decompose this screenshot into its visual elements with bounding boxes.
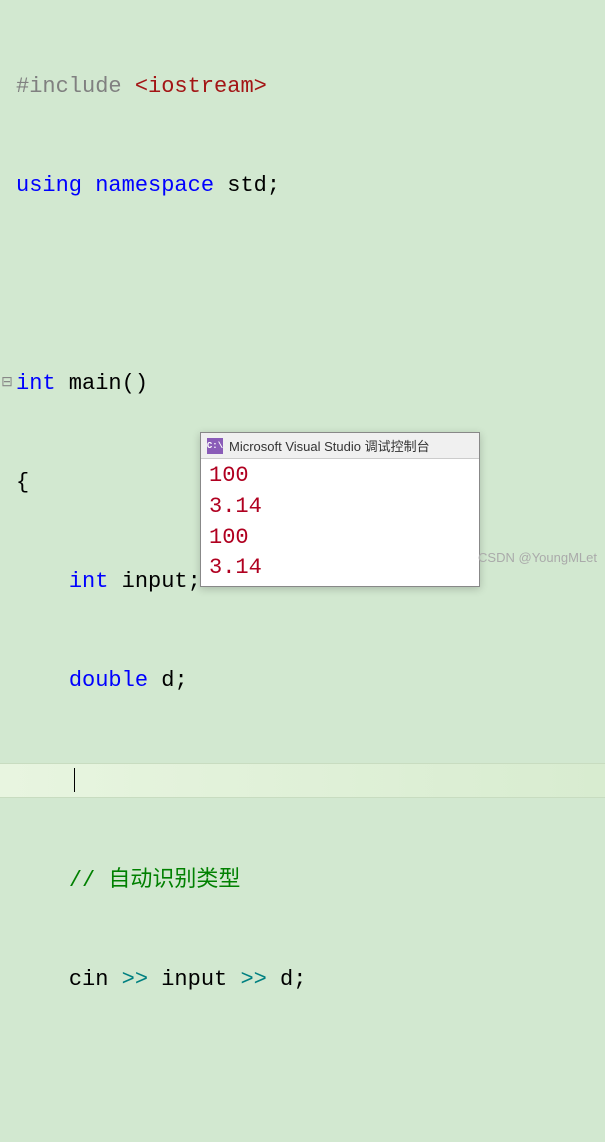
identifier: std — [214, 173, 267, 198]
punct: () — [122, 371, 148, 396]
punct: ; — [267, 173, 280, 198]
console-line: 100 — [209, 523, 471, 554]
keyword: namespace — [82, 173, 214, 198]
console-line: 3.14 — [209, 492, 471, 523]
code-line[interactable]: // 自动识别类型 — [0, 864, 605, 897]
punct: ; — [174, 668, 187, 693]
code-line[interactable]: using namespace std; — [0, 169, 605, 202]
active-line[interactable] — [0, 763, 605, 798]
identifier: d — [267, 967, 293, 992]
punct: ; — [188, 569, 201, 594]
operator: >> — [122, 967, 148, 992]
keyword: using — [16, 173, 82, 198]
preprocessor: #include — [16, 74, 122, 99]
function-name: main — [56, 371, 122, 396]
identifier: input — [148, 967, 240, 992]
include-header: <iostream> — [122, 74, 267, 99]
fold-marker-icon[interactable]: ⊟ — [0, 373, 14, 394]
code-line[interactable]: double d; — [0, 664, 605, 697]
punct: ; — [293, 967, 306, 992]
keyword: int — [69, 569, 109, 594]
code-line[interactable] — [0, 268, 605, 301]
console-line: 3.14 — [209, 553, 471, 584]
code-line[interactable]: #include <iostream> — [0, 70, 605, 103]
console-output[interactable]: 100 3.14 100 3.14 — [201, 459, 479, 586]
identifier: cin — [69, 967, 122, 992]
identifier: input — [108, 569, 187, 594]
console-icon: C:\ — [207, 438, 223, 454]
code-line[interactable] — [0, 1062, 605, 1095]
operator: >> — [240, 967, 266, 992]
watermark: CSDN @YoungMLet — [478, 550, 597, 565]
brace: { — [16, 470, 29, 495]
identifier: d — [148, 668, 174, 693]
console-title-text: Microsoft Visual Studio 调试控制台 — [229, 436, 430, 455]
console-line: 100 — [209, 461, 471, 492]
console-titlebar[interactable]: C:\ Microsoft Visual Studio 调试控制台 — [201, 433, 479, 459]
debug-console-window[interactable]: C:\ Microsoft Visual Studio 调试控制台 100 3.… — [200, 432, 480, 587]
code-line[interactable]: ⊟int main() — [0, 367, 605, 400]
comment: // 自动识别类型 — [69, 868, 241, 893]
keyword: double — [69, 668, 148, 693]
keyword: int — [16, 371, 56, 396]
code-line[interactable]: cin >> input >> d; — [0, 963, 605, 996]
